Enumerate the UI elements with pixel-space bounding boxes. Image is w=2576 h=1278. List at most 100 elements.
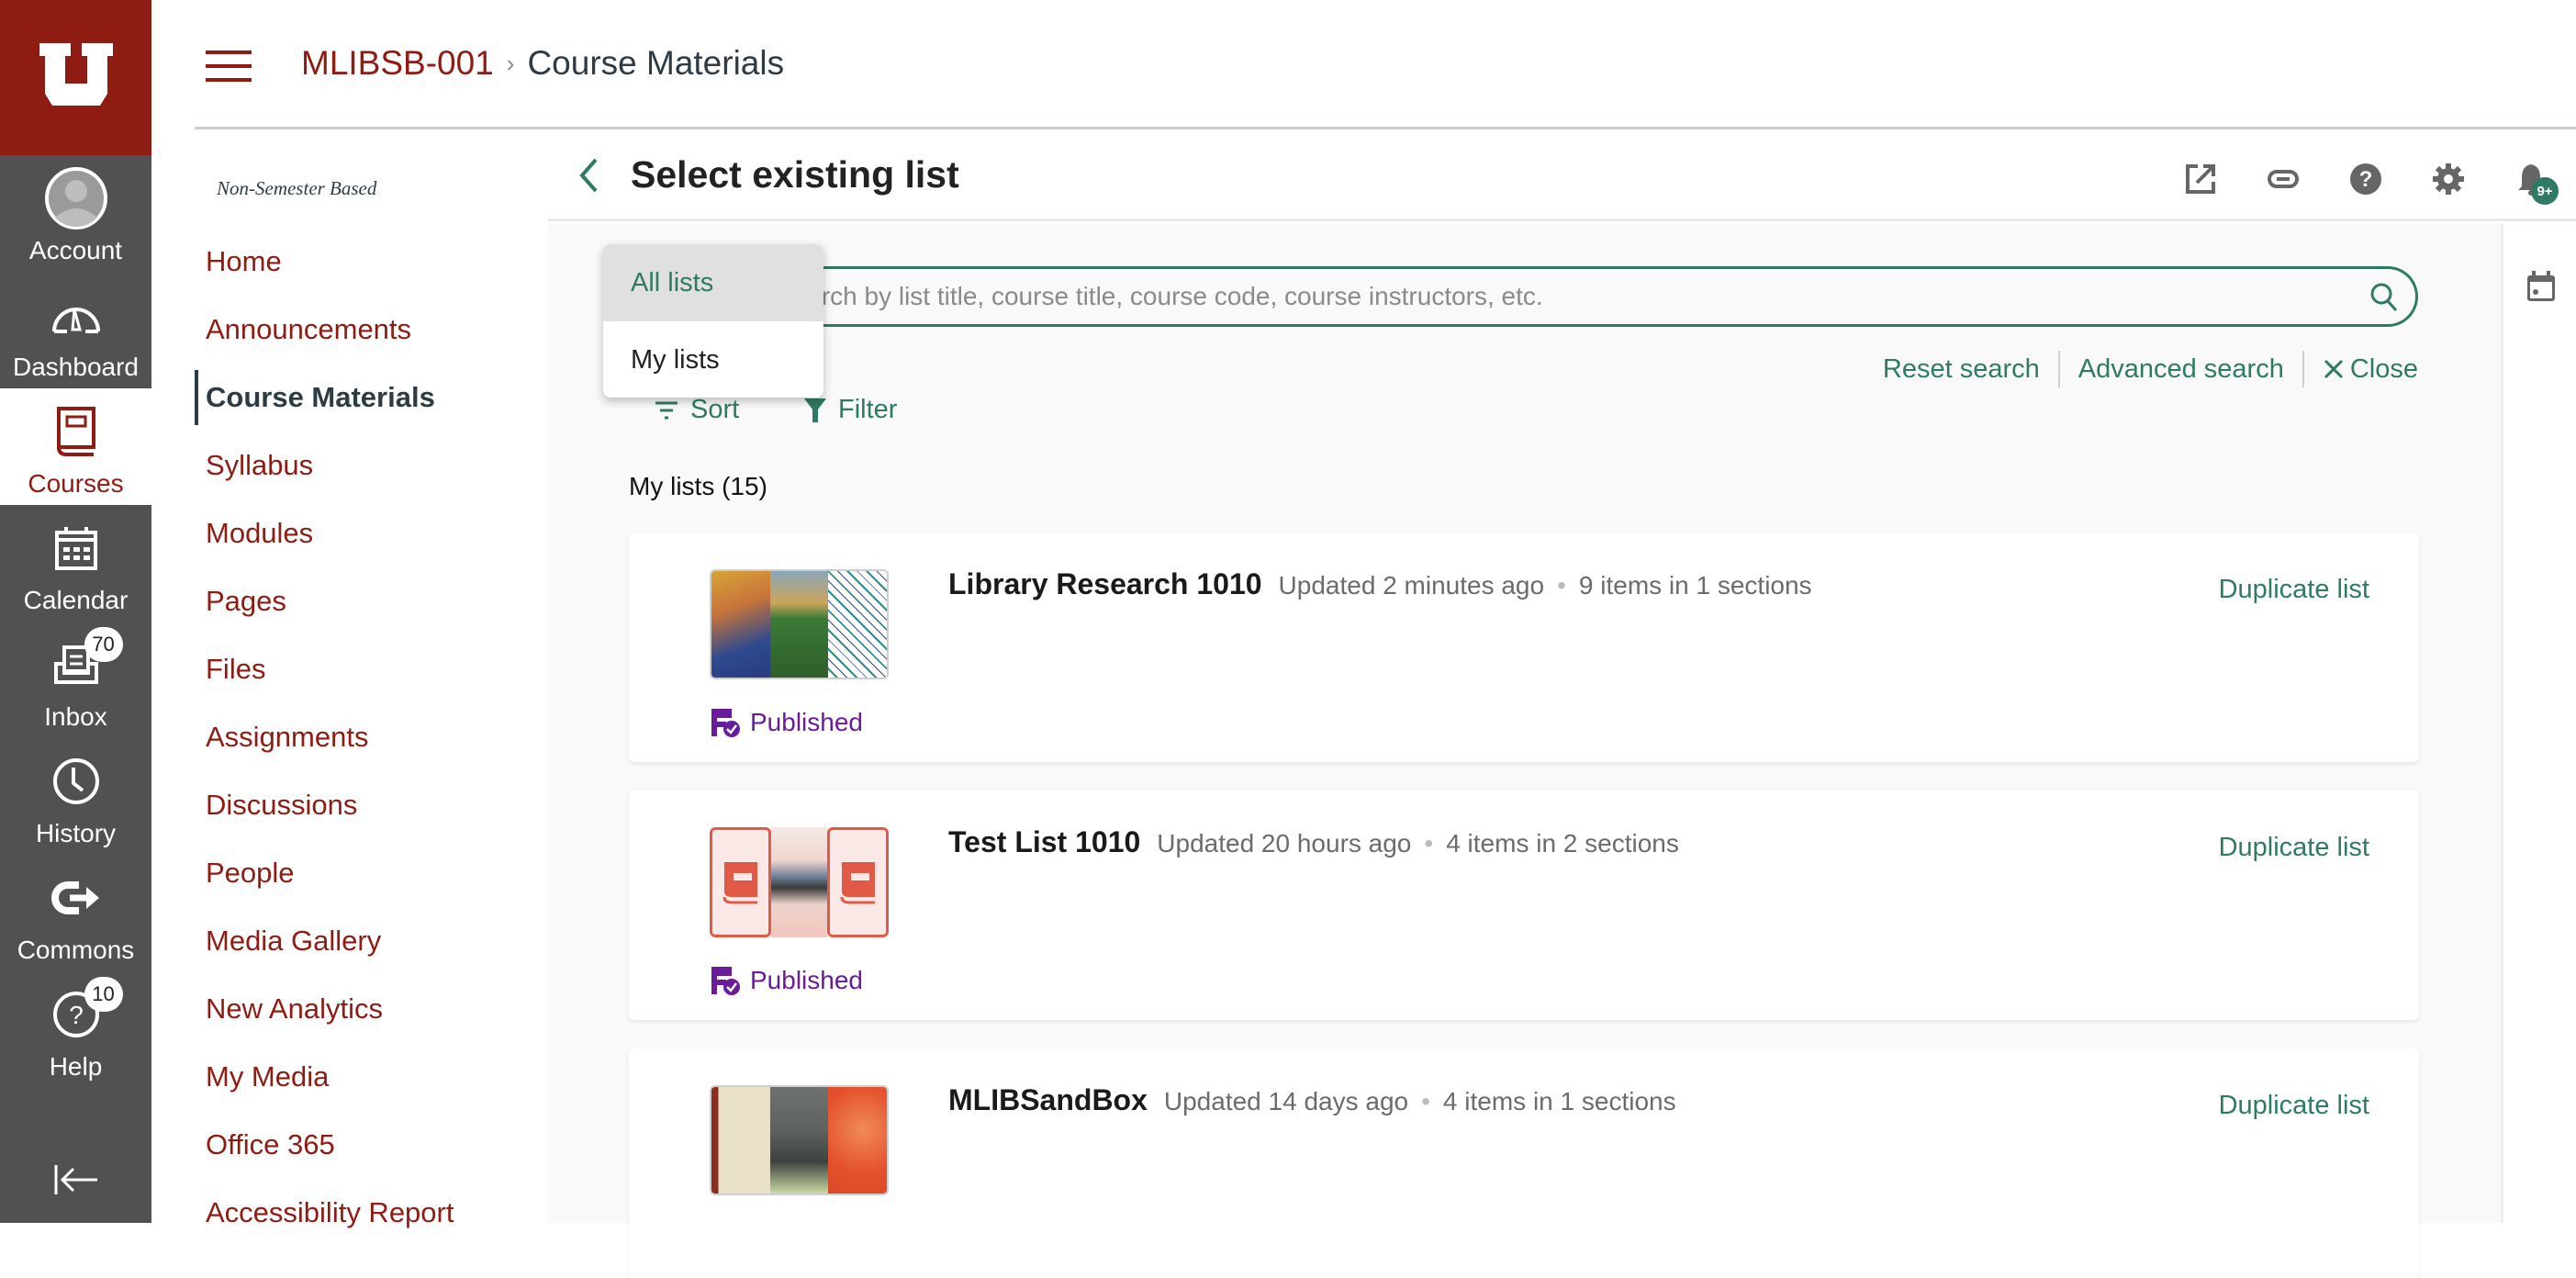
list-title[interactable]: Test List 1010Updated 20 hours ago•4 ite… [948, 825, 1679, 859]
book-cover-image [770, 571, 829, 678]
book-cover-image [711, 1087, 770, 1194]
course-nav-discussions[interactable]: Discussions [206, 778, 357, 833]
svg-text:?: ? [2359, 167, 2373, 192]
list-title-text: Library Research 1010 [948, 567, 1262, 600]
book-cover-image [828, 571, 887, 678]
course-nav-assignments[interactable]: Assignments [206, 710, 368, 765]
gnav-dashboard[interactable]: Dashboard [0, 272, 151, 388]
published-status: Published [710, 707, 863, 738]
history-icon [44, 749, 108, 813]
published-icon [710, 965, 741, 996]
duplicate-list-button[interactable]: Duplicate list [2219, 575, 2369, 605]
book-cover-image [770, 1087, 829, 1194]
divider [2058, 351, 2060, 387]
hamburger-menu-button[interactable] [206, 50, 252, 82]
list-title[interactable]: Library Research 1010Updated 2 minutes a… [948, 567, 1812, 601]
reset-search-link[interactable]: Reset search [1883, 354, 2040, 385]
gnav-inbox[interactable]: 70 Inbox [0, 622, 151, 738]
gnav-courses[interactable]: Courses [0, 388, 151, 505]
gnav-label: Calendar [24, 586, 129, 615]
published-icon [710, 707, 741, 738]
course-nav: Non-Semester Based Home Announcements Co… [195, 129, 548, 1223]
course-nav-course-materials[interactable]: Course Materials [195, 370, 435, 425]
close-label: Close [2350, 354, 2418, 385]
filter-label: Filter [838, 395, 897, 425]
meta-dot: • [1424, 829, 1433, 858]
filter-icon [803, 397, 827, 424]
open-new-window-button[interactable] [2182, 161, 2219, 197]
help-badge: 10 [84, 977, 123, 1012]
avatar-icon [44, 166, 108, 230]
breadcrumb-current: Course Materials [527, 44, 784, 83]
question-circle-icon: ? [2349, 163, 2382, 196]
duplicate-list-button[interactable]: Duplicate list [2219, 1091, 2369, 1121]
calendar-icon [2526, 270, 2557, 303]
filter-button[interactable]: Filter [803, 395, 897, 425]
settings-button[interactable] [2430, 161, 2467, 197]
gnav-calendar[interactable]: Calendar [0, 505, 151, 622]
course-nav-syllabus[interactable]: Syllabus [206, 438, 313, 493]
search-input[interactable] [776, 269, 2336, 324]
copy-link-button[interactable] [2265, 161, 2302, 197]
book-cover-image [711, 571, 770, 678]
course-nav-new-analytics[interactable]: New Analytics [206, 981, 383, 1037]
list-scope-dropdown[interactable]: All lists My lists [603, 244, 823, 398]
course-nav-accessibility-report[interactable]: Accessibility Report [206, 1185, 454, 1240]
page-title: Select existing list [631, 153, 959, 196]
sort-label: Sort [690, 395, 739, 425]
dropdown-option-all-lists[interactable]: All lists [603, 244, 823, 321]
advanced-search-link[interactable]: Advanced search [2078, 354, 2284, 385]
gnav-label: Dashboard [13, 353, 139, 382]
courses-icon [44, 399, 108, 464]
gnav-help[interactable]: ? 10 Help [0, 971, 151, 1088]
course-nav-announcements[interactable]: Announcements [206, 302, 411, 357]
close-button[interactable]: Close [2323, 354, 2418, 385]
help-button[interactable]: ? [2347, 161, 2384, 197]
breadcrumb: MLIBSB-001 › Course Materials [301, 44, 784, 83]
back-button[interactable] [577, 157, 605, 194]
top-bar: MLIBSB-001 › Course Materials [195, 0, 2576, 129]
course-nav-office-365[interactable]: Office 365 [206, 1117, 335, 1172]
dropdown-option-my-lists[interactable]: My lists [603, 321, 823, 398]
list-title-text: MLIBSandBox [948, 1083, 1148, 1116]
list-title-text: Test List 1010 [948, 825, 1140, 858]
course-nav-pages[interactable]: Pages [206, 574, 286, 629]
main-content: All lists My lists Reset search Advanced… [548, 224, 2501, 1223]
list-cover-thumbnails [710, 1085, 889, 1195]
gnav-label: Inbox [44, 702, 107, 732]
right-rail [2501, 224, 2576, 1223]
calendar-icon [44, 516, 108, 580]
divider [2302, 351, 2304, 387]
gnav-account[interactable]: Account [0, 155, 151, 272]
search-icon[interactable] [2369, 282, 2399, 318]
university-logo[interactable] [0, 0, 151, 155]
meta-dot: • [1557, 571, 1566, 600]
course-nav-people[interactable]: People [206, 846, 295, 901]
list-title[interactable]: MLIBSandBoxUpdated 14 days ago•4 items i… [948, 1083, 1676, 1117]
breadcrumb-course-link[interactable]: MLIBSB-001 [301, 44, 494, 83]
book-cover-image [771, 827, 827, 937]
course-nav-media-gallery[interactable]: Media Gallery [206, 914, 381, 969]
u-logo-icon [39, 43, 113, 112]
course-nav-home[interactable]: Home [206, 234, 282, 289]
sort-icon [654, 400, 679, 420]
commons-icon [44, 866, 108, 930]
status-label: Published [750, 708, 863, 737]
course-nav-files[interactable]: Files [206, 642, 265, 697]
chevron-left-icon [577, 157, 599, 194]
list-card[interactable]: MLIBSandBoxUpdated 14 days ago•4 items i… [629, 1048, 2419, 1278]
calendar-button[interactable] [2526, 270, 2557, 308]
course-term: Non-Semester Based [217, 177, 376, 200]
gnav-commons[interactable]: Commons [0, 855, 151, 971]
global-nav: Account Dashboard Courses Calendar 70 In… [0, 0, 151, 1223]
collapse-nav-button[interactable] [0, 1148, 151, 1212]
list-updated: Updated 14 days ago [1164, 1087, 1408, 1115]
course-nav-my-media[interactable]: My Media [206, 1049, 329, 1104]
list-card[interactable]: Library Research 1010Updated 2 minutes a… [629, 532, 2419, 762]
duplicate-list-button[interactable]: Duplicate list [2219, 833, 2369, 863]
course-nav-modules[interactable]: Modules [206, 506, 313, 561]
sort-button[interactable]: Sort [654, 395, 739, 425]
notifications-button[interactable]: 9+ [2513, 161, 2549, 197]
gnav-history[interactable]: History [0, 738, 151, 855]
list-card[interactable]: Test List 1010Updated 20 hours ago•4 ite… [629, 790, 2419, 1020]
